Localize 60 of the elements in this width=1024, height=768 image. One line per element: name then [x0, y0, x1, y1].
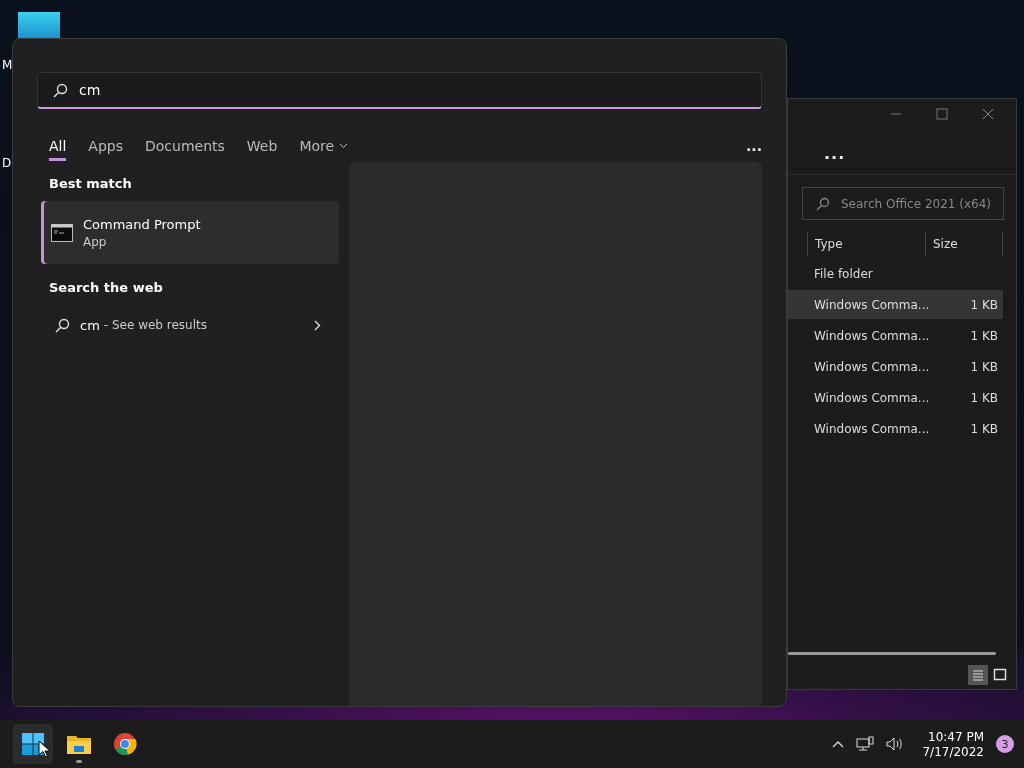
web-hint: - See web results — [103, 318, 207, 332]
type-cell-text: File folder — [814, 266, 874, 281]
date-text: 7/17/2022 — [922, 744, 984, 759]
file-row[interactable]: Windows Comma... 1 KB — [788, 352, 1003, 381]
clock[interactable]: 10:47 PM 7/17/2022 — [922, 729, 984, 759]
file-row[interactable]: Windows Comma... 1 KB — [788, 290, 1003, 319]
type-cell-text: Windows Comma... — [814, 359, 931, 374]
file-row[interactable]: Windows Comma... 1 KB — [788, 383, 1003, 412]
close-icon[interactable] — [982, 108, 994, 120]
speaker-icon[interactable] — [886, 736, 905, 752]
filter-tab[interactable]: Apps — [88, 131, 123, 161]
start-button[interactable] — [13, 724, 53, 764]
desktop-icon[interactable] — [18, 12, 60, 40]
size-cell-text: 1 KB — [969, 297, 999, 312]
file-row[interactable]: Windows Comma... 1 KB — [788, 321, 1003, 350]
size-cell-text: 1 KB — [969, 421, 999, 436]
network-icon[interactable] — [856, 736, 875, 752]
mouse-cursor-icon — [38, 740, 50, 758]
file-row[interactable]: File folder — [788, 259, 1003, 288]
search-field[interactable]: cm — [37, 72, 762, 109]
web-query: cm — [80, 317, 100, 333]
size-cell-text: 1 KB — [969, 328, 999, 343]
size-cell-text: 1 KB — [969, 390, 999, 405]
filter-tab[interactable]: More — [299, 131, 349, 161]
chevron-right-icon — [314, 319, 321, 331]
column-header[interactable]: Type — [807, 232, 925, 256]
chevron-up-icon[interactable] — [832, 740, 845, 748]
maximize-icon[interactable] — [936, 108, 948, 120]
filter-tab[interactable]: Web — [246, 131, 278, 161]
section-heading: Best match — [49, 176, 133, 191]
filter-tab[interactable]: Documents — [145, 131, 225, 161]
size-cell-text: 1 KB — [969, 359, 999, 374]
file-row[interactable]: Windows Comma... 1 KB — [788, 414, 1003, 443]
search-icon — [55, 317, 70, 333]
browser-icon — [113, 732, 137, 756]
result-type: App — [83, 234, 108, 249]
desktop-icon-label: M — [2, 58, 13, 72]
type-cell-text: Windows Comma... — [814, 390, 931, 405]
type-cell-text: Windows Comma... — [814, 328, 931, 343]
scrollbar[interactable] — [788, 652, 996, 655]
list-icon — [971, 668, 985, 682]
column-header[interactable]: Size — [925, 232, 1003, 256]
folder-icon — [66, 733, 92, 755]
web-result[interactable]: cm - See web results — [41, 305, 339, 345]
desktop-icon-label: D — [2, 156, 12, 170]
search-field[interactable]: Search Office 2021 (x64) — [802, 187, 1004, 220]
section-heading: Search the web — [49, 280, 164, 295]
result-title: Command Prompt — [83, 216, 201, 232]
square-icon — [993, 668, 1007, 682]
result-item[interactable]: Command Prompt App — [41, 201, 339, 264]
filter-tab[interactable]: All — [49, 131, 67, 161]
search-icon — [816, 197, 830, 211]
more-options-button[interactable]: ... — [824, 143, 846, 163]
more-options-button[interactable]: ... — [746, 138, 762, 154]
time-text: 10:47 PM — [928, 729, 984, 744]
chevron-down-icon — [339, 143, 349, 149]
terminal-icon — [51, 223, 73, 242]
type-cell-text: Windows Comma... — [814, 421, 931, 436]
notification-badge[interactable]: 3 — [996, 735, 1014, 753]
type-cell-text: Windows Comma... — [814, 297, 931, 312]
